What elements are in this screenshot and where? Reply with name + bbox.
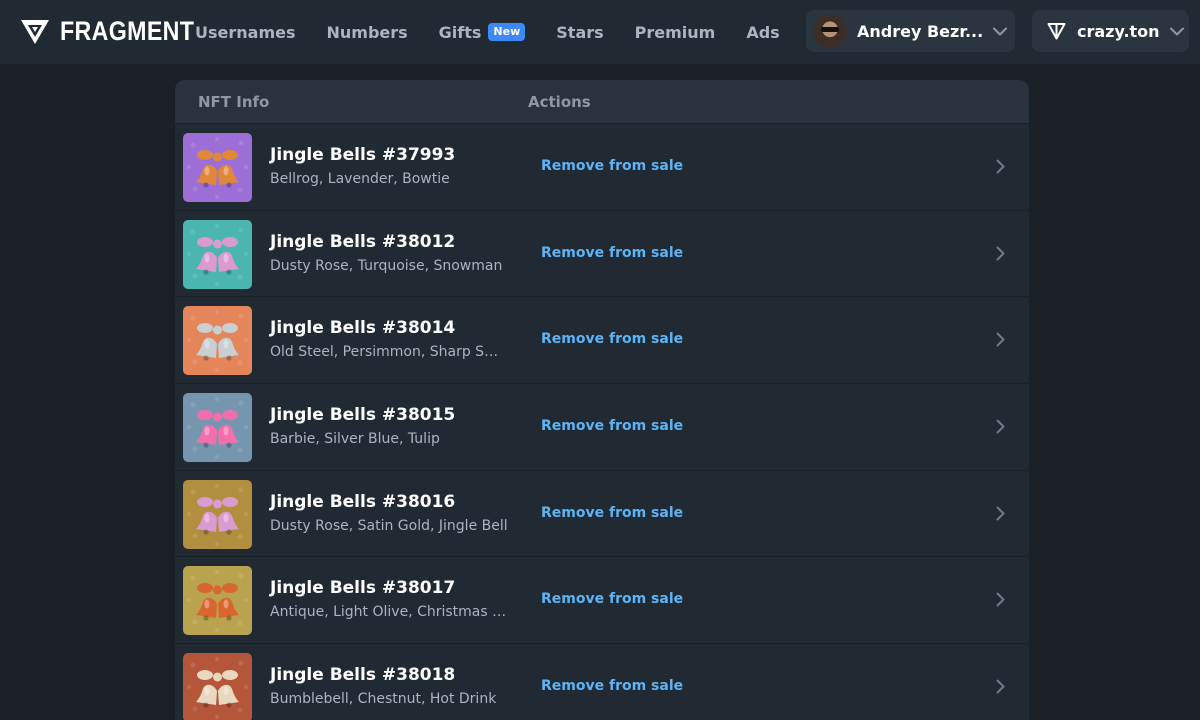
nft-title: Jingle Bells #38015 (270, 405, 456, 426)
nft-attributes: Old Steel, Persimmon, Sharp Sword (270, 344, 508, 361)
table-header: NFT Info Actions (175, 80, 1029, 124)
table-row[interactable]: Jingle Bells #38015 Barbie, Silver Blue,… (175, 384, 1029, 471)
nft-thumbnail (183, 306, 252, 376)
column-nft-info: NFT Info (198, 93, 270, 111)
table-row[interactable]: Jingle Bells #38012 Dusty Rose, Turquois… (175, 210, 1029, 298)
main-nav: Usernames Numbers Gifts New Stars Premium… (195, 0, 811, 64)
chevron-right-icon (996, 679, 1005, 694)
new-badge: New (488, 23, 526, 41)
nft-thumbnail (183, 566, 252, 636)
nft-title: Jingle Bells #38016 (270, 491, 456, 512)
chevron-right-icon (996, 592, 1005, 607)
user-menu-button[interactable]: Andrey Bezr... (806, 10, 1015, 52)
wallet-name: crazy.ton (1077, 21, 1160, 41)
nft-thumbnail (183, 219, 252, 289)
user-name: Andrey Bezr... (857, 21, 983, 41)
remove-from-sale-button[interactable]: Remove from sale (541, 678, 683, 694)
nft-attributes: Bellrog, Lavender, Bowtie (270, 171, 450, 187)
nft-title: Jingle Bells #37993 (270, 145, 456, 165)
jingle-bells-image (183, 479, 252, 549)
nav-stars[interactable]: Stars (556, 23, 603, 42)
table-body: Jingle Bells #37993 Bellrog, Lavender, B… (175, 124, 1029, 720)
table-row[interactable]: Jingle Bells #37993 Bellrog, Lavender, B… (175, 124, 1029, 211)
wallet-menu-button[interactable]: crazy.ton (1032, 10, 1189, 52)
jingle-bells-image (183, 306, 252, 376)
remove-from-sale-button[interactable]: Remove from sale (541, 591, 683, 607)
nft-title: Jingle Bells #38014 (270, 318, 456, 339)
remove-from-sale-button[interactable]: Remove from sale (541, 505, 683, 521)
nft-thumbnail (183, 479, 252, 549)
nav-label: Ads (746, 22, 780, 42)
fragment-logo-icon (21, 19, 49, 44)
column-actions: Actions (528, 93, 591, 111)
table-row[interactable]: Jingle Bells #38017 Antique, Light Olive… (175, 557, 1029, 645)
nav-label: Premium (634, 22, 716, 42)
nft-attributes: Antique, Light Olive, Christmas Tr... (270, 604, 508, 621)
nft-thumbnail (183, 393, 252, 463)
nav-label: Gifts (438, 22, 482, 42)
jingle-bells-image (183, 219, 252, 289)
fragment-logo[interactable]: FRAGMENT (20, 16, 216, 47)
nft-attributes: Dusty Rose, Satin Gold, Jingle Bell (270, 517, 508, 534)
remove-from-sale-button[interactable]: Remove from sale (541, 245, 683, 261)
nav-label: Usernames (195, 22, 296, 42)
nav-ads[interactable]: Ads (746, 23, 779, 42)
logo-text: FRAGMENT (60, 16, 195, 46)
table-row[interactable]: Jingle Bells #38018 Bumblebell, Chestnut… (175, 644, 1029, 720)
jingle-bells-image (183, 393, 252, 463)
nft-title: Jingle Bells #38018 (270, 665, 456, 686)
table-row[interactable]: Jingle Bells #38014 Old Steel, Persimmon… (175, 297, 1029, 385)
chevron-down-icon (993, 27, 1007, 36)
nft-attributes: Barbie, Silver Blue, Tulip (270, 431, 440, 448)
nft-thumbnail (183, 653, 252, 720)
nav-label: Stars (556, 22, 604, 42)
jingle-bells-image (183, 653, 252, 720)
chevron-right-icon (996, 419, 1005, 434)
nft-attributes: Dusty Rose, Turquoise, Snowman (270, 257, 503, 274)
chevron-down-icon (1169, 27, 1184, 36)
jingle-bells-image (183, 566, 252, 636)
jingle-bells-image (183, 133, 252, 202)
chevron-right-icon (996, 506, 1005, 521)
ton-icon (1047, 22, 1066, 40)
nav-label: Numbers (326, 22, 408, 42)
remove-from-sale-button[interactable]: Remove from sale (541, 158, 683, 174)
nav-gifts[interactable]: Gifts New (439, 23, 526, 42)
avatar (813, 14, 847, 48)
nav-premium[interactable]: Premium (635, 23, 716, 42)
nft-attributes: Bumblebell, Chestnut, Hot Drink (270, 691, 497, 708)
top-header: FRAGMENT Usernames Numbers Gifts New Star… (0, 0, 1200, 64)
remove-from-sale-button[interactable]: Remove from sale (541, 418, 683, 434)
nft-thumbnail (183, 133, 252, 202)
nav-usernames[interactable]: Usernames (195, 23, 296, 42)
chevron-right-icon (996, 246, 1005, 261)
nft-table: NFT Info Actions Jingle Bells #37993 Bel… (175, 80, 1029, 720)
nav-numbers[interactable]: Numbers (327, 23, 408, 42)
nft-title: Jingle Bells #38012 (270, 231, 456, 252)
chevron-right-icon (996, 159, 1005, 174)
remove-from-sale-button[interactable]: Remove from sale (541, 331, 683, 347)
nft-title: Jingle Bells #38017 (270, 578, 456, 599)
table-row[interactable]: Jingle Bells #38016 Dusty Rose, Satin Go… (175, 470, 1029, 558)
chevron-right-icon (996, 332, 1005, 347)
